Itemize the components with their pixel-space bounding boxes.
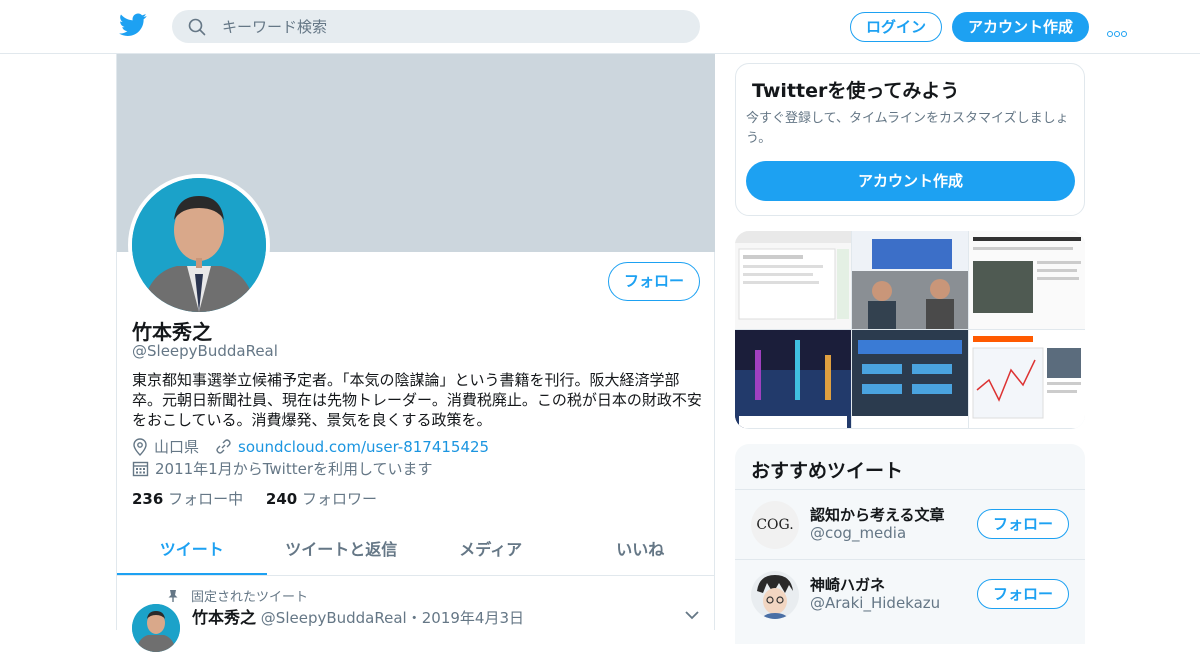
signup-card-button[interactable]: アカウント作成: [746, 161, 1075, 201]
pinned-label: 固定されたツイート: [191, 590, 309, 605]
avatar-text: COG.: [756, 517, 794, 533]
profile-name: 竹本秀之: [132, 320, 212, 344]
recommended-handle[interactable]: @Araki_Hidekazu: [810, 594, 940, 612]
signup-button[interactable]: アカウント作成: [952, 12, 1089, 42]
signup-card-title: Twitterを使ってみよう: [752, 80, 960, 102]
search-box[interactable]: [172, 10, 700, 43]
tab-likes[interactable]: いいね: [566, 524, 716, 575]
more-dots-icon[interactable]: [1107, 22, 1131, 37]
avatar[interactable]: COG.: [751, 501, 799, 549]
profile-meta-joined: 2011年1月からTwitterを利用しています: [132, 458, 433, 479]
tab-tweets-and-replies[interactable]: ツイートと返信: [267, 524, 417, 575]
signup-card-description: 今すぐ登録して、タイムラインをカスタマイズしましょう。: [746, 111, 1069, 146]
tweet-header: 竹本秀之 @SleepyBuddaReal・2019年4月3日: [192, 604, 524, 628]
profile-bio: 東京都知事選挙立候補予定者。「本気の陰謀論」という書籍を刊行。阪大経済学部卒。元…: [132, 371, 702, 429]
avatar[interactable]: [751, 571, 799, 619]
tab-tweets[interactable]: ツイート: [117, 524, 267, 575]
profile-website[interactable]: soundcloud.com/user-817415425: [238, 438, 489, 456]
chevron-down-icon[interactable]: [685, 610, 699, 620]
media-gallery: [735, 231, 1085, 429]
recommended-handle[interactable]: @cog_media: [810, 524, 906, 542]
followers-label: フォロワー: [301, 490, 377, 508]
signup-card: Twitterを使ってみよう 今すぐ登録して、タイムラインをカスタマイズしましょ…: [735, 63, 1085, 216]
followers-stat[interactable]: 240 フォロワー: [266, 490, 377, 508]
profile-stats: 236 フォロー中 240 フォロワー: [132, 488, 377, 509]
login-button[interactable]: ログイン: [850, 12, 942, 42]
media-thumbnail[interactable]: [735, 330, 851, 428]
following-label: フォロー中: [168, 490, 244, 508]
profile-location: 山口県: [154, 438, 200, 456]
pin-icon: [168, 589, 178, 602]
profile-joined: 2011年1月からTwitterを利用しています: [155, 460, 433, 478]
profile-avatar[interactable]: [128, 174, 270, 316]
location-pin-icon: [133, 437, 147, 456]
media-thumbnail[interactable]: [852, 330, 968, 428]
tweet-author-name[interactable]: 竹本秀之: [192, 608, 256, 627]
recommended-item[interactable]: 神崎ハガネ @Araki_Hidekazu フォロー: [735, 559, 1085, 628]
recommended-item[interactable]: COG. 認知から考える文章 @cog_media フォロー: [735, 489, 1085, 558]
media-thumbnail[interactable]: [735, 231, 851, 329]
following-stat[interactable]: 236 フォロー中: [132, 490, 243, 508]
recommended-title: おすすめツイート: [751, 460, 904, 482]
twitter-bird-icon[interactable]: [119, 13, 147, 37]
tab-media[interactable]: メディア: [416, 524, 566, 575]
top-navigation-bar: ログイン アカウント作成: [0, 0, 1200, 54]
recommended-name[interactable]: 神崎ハガネ: [810, 574, 885, 595]
follow-button[interactable]: フォロー: [608, 262, 700, 301]
profile-tabs: ツイート ツイートと返信 メディア いいね: [117, 524, 715, 576]
tweet-separator: ・: [406, 609, 422, 627]
tweet-avatar[interactable]: [132, 604, 180, 652]
media-thumbnail[interactable]: [852, 231, 968, 329]
link-icon: [216, 439, 231, 454]
follow-button[interactable]: フォロー: [977, 509, 1069, 539]
calendar-icon: [132, 461, 149, 477]
profile-column: フォロー 竹本秀之 @SleepyBuddaReal 東京都知事選挙立候補予定者…: [116, 54, 715, 652]
following-count: 236: [132, 490, 164, 508]
tweet-author-handle[interactable]: @SleepyBuddaReal: [261, 609, 407, 627]
media-thumbnail[interactable]: [969, 231, 1085, 329]
search-input[interactable]: [222, 10, 682, 43]
tweet-date[interactable]: 2019年4月3日: [422, 609, 524, 627]
search-icon: [188, 18, 206, 36]
profile-meta-location: 山口県 soundcloud.com/user-817415425: [132, 436, 489, 457]
profile-website-link[interactable]: soundcloud.com/user-817415425: [215, 438, 489, 456]
follow-button[interactable]: フォロー: [977, 579, 1069, 609]
profile-handle: @SleepyBuddaReal: [132, 342, 278, 360]
followers-count: 240: [265, 490, 298, 508]
pinned-indicator: 固定されたツイート: [167, 586, 308, 605]
media-thumbnail[interactable]: [969, 330, 1085, 428]
recommended-name[interactable]: 認知から考える文章: [810, 504, 945, 525]
recommended-tweets: おすすめツイート COG. 認知から考える文章 @cog_media フォロー …: [735, 444, 1085, 644]
